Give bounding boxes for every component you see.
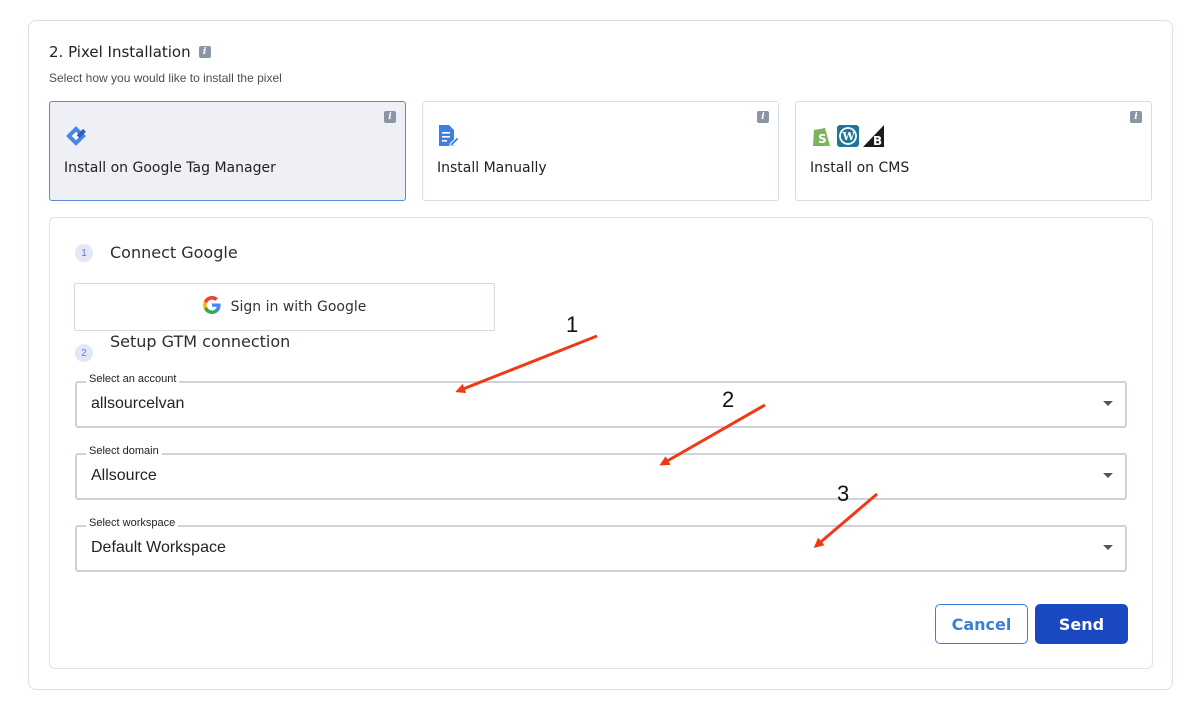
gtm-icon <box>64 124 88 148</box>
step-title: Connect Google <box>110 243 238 262</box>
option-label: Install Manually <box>437 160 547 176</box>
option-gtm[interactable]: i Install on Google Tag Manager <box>49 101 406 201</box>
send-button[interactable]: Send <box>1035 604 1128 644</box>
domain-select[interactable]: Select domain Allsource <box>75 445 1127 500</box>
field-value: Default Workspace <box>91 539 226 556</box>
bigcommerce-icon: B <box>863 125 884 148</box>
option-manual[interactable]: i Install Manually <box>422 101 779 201</box>
info-icon[interactable]: i <box>1130 111 1142 123</box>
annotation-number: 2 <box>722 387 735 412</box>
field-value: Allsource <box>91 467 157 484</box>
workspace-select[interactable]: Select workspace Default Workspace <box>75 517 1127 572</box>
section-subtitle: Select how you would like to install the… <box>49 71 282 85</box>
info-icon[interactable]: i <box>757 111 769 123</box>
google-button-label: Sign in with Google <box>230 299 367 315</box>
field-label: Select an account <box>86 373 180 385</box>
section-title-text: 2. Pixel Installation <box>49 43 191 61</box>
step-title: Setup GTM connection <box>110 332 291 351</box>
svg-text:B: B <box>873 134 882 148</box>
account-select[interactable]: Select an account allsourcelvan <box>75 373 1127 428</box>
option-cms[interactable]: i S W B Install on CMS <box>795 101 1152 201</box>
cms-logos-icon: S W B <box>810 124 886 148</box>
svg-text:S: S <box>818 132 827 146</box>
chevron-down-icon <box>1103 473 1113 478</box>
chevron-down-icon <box>1103 401 1113 406</box>
sign-in-with-google-button[interactable]: Sign in with Google <box>74 283 495 331</box>
field-label: Select domain <box>86 445 162 457</box>
option-label: Install on CMS <box>810 160 910 176</box>
annotation-number: 3 <box>837 481 850 506</box>
info-icon[interactable]: i <box>384 111 396 123</box>
section-title: 2. Pixel Installation i <box>49 43 211 61</box>
option-label: Install on Google Tag Manager <box>64 160 276 176</box>
gtm-setup-panel: 1 Connect Google Sign in with Google 2 S… <box>49 217 1153 669</box>
step-number: 2 <box>75 344 93 362</box>
chevron-down-icon <box>1103 545 1113 550</box>
annotation-number: 1 <box>566 312 579 337</box>
cancel-button[interactable]: Cancel <box>935 604 1028 644</box>
pixel-installation-card: 2. Pixel Installation i Select how you w… <box>28 20 1173 690</box>
step-number: 1 <box>75 244 93 262</box>
field-value: allsourcelvan <box>91 395 185 412</box>
svg-text:W: W <box>842 130 856 143</box>
info-icon[interactable]: i <box>198 46 211 58</box>
wordpress-icon: W <box>837 125 859 147</box>
field-label: Select workspace <box>86 517 179 529</box>
google-icon <box>202 296 221 318</box>
shopify-icon: S <box>813 128 830 146</box>
document-edit-icon <box>437 124 459 148</box>
